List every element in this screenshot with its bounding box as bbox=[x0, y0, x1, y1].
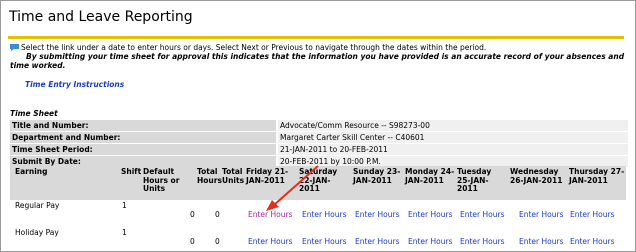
annotation-arrow-icon bbox=[266, 165, 319, 211]
